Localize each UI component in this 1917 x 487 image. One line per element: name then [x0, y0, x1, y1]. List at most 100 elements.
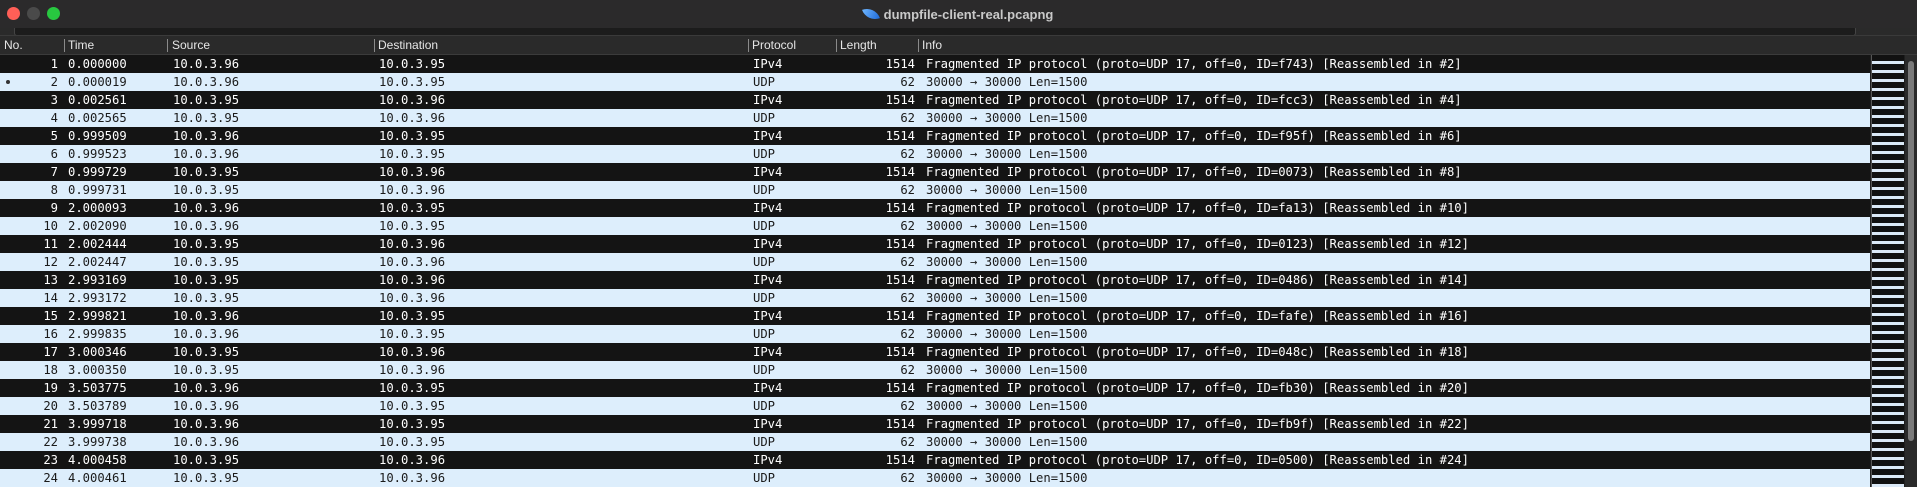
packet-destination: 10.0.3.96	[379, 363, 446, 377]
packet-number: 3	[50, 93, 58, 107]
packet-protocol: IPv4	[753, 417, 783, 431]
packet-row[interactable]: 11 2.002444 10.0.3.95 10.0.3.96 IPv4 1514 Frag…	[0, 235, 1870, 253]
scrollbar-thumb[interactable]	[1908, 61, 1914, 441]
packet-source: 10.0.3.95	[173, 471, 240, 485]
packet-destination: 10.0.3.96	[379, 453, 446, 467]
packet-info: 30000 → 30000 Len=1500	[926, 363, 1088, 377]
packet-length: 1514	[885, 237, 915, 251]
packet-source: 10.0.3.96	[173, 399, 240, 413]
packet-number: 21	[43, 417, 58, 431]
packet-source: 10.0.3.95	[173, 255, 240, 269]
packet-protocol: UDP	[753, 363, 776, 377]
title-group: dumpfile-client-real.pcapng	[0, 0, 1917, 28]
packet-time: 2.002090	[68, 219, 127, 233]
column-divider[interactable]	[748, 39, 749, 52]
packet-destination: 10.0.3.95	[379, 219, 446, 233]
packet-number: 22	[43, 435, 58, 449]
packet-destination: 10.0.3.95	[379, 417, 446, 431]
packet-row[interactable]: 2 0.000019 10.0.3.96 10.0.3.95 UDP 62 30000 → …	[0, 73, 1870, 91]
packet-info: 30000 → 30000 Len=1500	[926, 327, 1088, 341]
packet-destination: 10.0.3.95	[379, 327, 446, 341]
packet-source: 10.0.3.95	[173, 93, 240, 107]
packet-row[interactable]: 21 3.999718 10.0.3.96 10.0.3.95 IPv4 1514 Frag…	[0, 415, 1870, 433]
packet-info: Fragmented IP protocol (proto=UDP 17, of…	[926, 237, 1469, 251]
packet-number: 19	[43, 381, 58, 395]
packet-protocol: UDP	[753, 471, 776, 485]
packet-protocol: IPv4	[753, 201, 783, 215]
column-divider[interactable]	[918, 39, 919, 52]
packet-destination: 10.0.3.96	[379, 111, 446, 125]
packet-destination: 10.0.3.96	[379, 255, 446, 269]
packet-row[interactable]: 9 2.000093 10.0.3.96 10.0.3.95 IPv4 1514 Fragm…	[0, 199, 1870, 217]
column-header-no[interactable]: No.	[4, 38, 23, 52]
packet-length: 62	[900, 363, 915, 377]
packet-source: 10.0.3.96	[173, 201, 240, 215]
packet-info: 30000 → 30000 Len=1500	[926, 471, 1088, 485]
packet-row[interactable]: 18 3.000350 10.0.3.95 10.0.3.96 UDP 62 30000 →…	[0, 361, 1870, 379]
packet-row[interactable]: 8 0.999731 10.0.3.95 10.0.3.96 UDP 62 30000 → …	[0, 181, 1870, 199]
packet-length: 1514	[885, 129, 915, 143]
packet-row[interactable]: 1 0.000000 10.0.3.96 10.0.3.95 IPv4 1514 Fragm…	[0, 55, 1870, 73]
packet-destination: 10.0.3.96	[379, 345, 446, 359]
packet-destination: 10.0.3.95	[379, 75, 446, 89]
packet-row[interactable]: 3 0.002561 10.0.3.95 10.0.3.96 IPv4 1514 Fragm…	[0, 91, 1870, 109]
packet-row[interactable]: 7 0.999729 10.0.3.95 10.0.3.96 IPv4 1514 Fragm…	[0, 163, 1870, 181]
packet-length: 1514	[885, 309, 915, 323]
packet-time: 2.000093	[68, 201, 127, 215]
column-divider[interactable]	[64, 39, 65, 52]
packet-minimap[interactable]	[1871, 55, 1904, 487]
display-filter-input[interactable]	[14, 28, 1856, 35]
packet-protocol: IPv4	[753, 57, 783, 71]
packet-row[interactable]: 20 3.503789 10.0.3.96 10.0.3.95 UDP 62 30000 →…	[0, 397, 1870, 415]
packet-row[interactable]: 23 4.000458 10.0.3.95 10.0.3.96 IPv4 1514 Frag…	[0, 451, 1870, 469]
packet-source: 10.0.3.95	[173, 291, 240, 305]
packet-row[interactable]: 5 0.999509 10.0.3.96 10.0.3.95 IPv4 1514 Fragm…	[0, 127, 1870, 145]
packet-time: 0.002561	[68, 93, 127, 107]
packet-row[interactable]: 24 4.000461 10.0.3.95 10.0.3.96 UDP 62 30000 →…	[0, 469, 1870, 487]
packet-info: Fragmented IP protocol (proto=UDP 17, of…	[926, 129, 1462, 143]
vertical-scrollbar[interactable]	[1905, 55, 1917, 487]
packet-length: 1514	[885, 345, 915, 359]
packet-number: 6	[50, 147, 58, 161]
column-header-info[interactable]: Info	[922, 38, 942, 52]
column-divider[interactable]	[836, 39, 837, 52]
packet-number: 1	[50, 57, 58, 71]
packet-protocol: IPv4	[753, 93, 783, 107]
packet-info: 30000 → 30000 Len=1500	[926, 183, 1088, 197]
packet-info: 30000 → 30000 Len=1500	[926, 291, 1088, 305]
packet-source: 10.0.3.96	[173, 381, 240, 395]
packet-row[interactable]: 4 0.002565 10.0.3.95 10.0.3.96 UDP 62 30000 → …	[0, 109, 1870, 127]
packet-row[interactable]: 16 2.999835 10.0.3.96 10.0.3.95 UDP 62 30000 →…	[0, 325, 1870, 343]
packet-protocol: IPv4	[753, 309, 783, 323]
packet-length: 1514	[885, 93, 915, 107]
column-header-protocol[interactable]: Protocol	[752, 38, 796, 52]
column-header-length[interactable]: Length	[840, 38, 877, 52]
packet-info: Fragmented IP protocol (proto=UDP 17, of…	[926, 273, 1469, 287]
packet-time: 3.000350	[68, 363, 127, 377]
packet-info: Fragmented IP protocol (proto=UDP 17, of…	[926, 453, 1469, 467]
packet-row[interactable]: 13 2.993169 10.0.3.95 10.0.3.96 IPv4 1514 Frag…	[0, 271, 1870, 289]
packet-info: Fragmented IP protocol (proto=UDP 17, of…	[926, 93, 1462, 107]
packet-number: 20	[43, 399, 58, 413]
column-header-source[interactable]: Source	[172, 38, 210, 52]
column-divider[interactable]	[167, 39, 168, 52]
packet-row[interactable]: 14 2.993172 10.0.3.95 10.0.3.96 UDP 62 30000 →…	[0, 289, 1870, 307]
packet-row[interactable]: 10 2.002090 10.0.3.96 10.0.3.95 UDP 62 30000 →…	[0, 217, 1870, 235]
packet-destination: 10.0.3.95	[379, 399, 446, 413]
packet-list: 1 0.000000 10.0.3.96 10.0.3.95 IPv4 1514 Fragm…	[0, 55, 1870, 487]
packet-number: 18	[43, 363, 58, 377]
packet-info: Fragmented IP protocol (proto=UDP 17, of…	[926, 345, 1469, 359]
packet-row[interactable]: 22 3.999738 10.0.3.96 10.0.3.95 UDP 62 30000 →…	[0, 433, 1870, 451]
packet-row[interactable]: 6 0.999523 10.0.3.96 10.0.3.95 UDP 62 30000 → …	[0, 145, 1870, 163]
packet-destination: 10.0.3.95	[379, 147, 446, 161]
packet-row[interactable]: 12 2.002447 10.0.3.95 10.0.3.96 UDP 62 30000 →…	[0, 253, 1870, 271]
packet-protocol: IPv4	[753, 165, 783, 179]
column-divider[interactable]	[374, 39, 375, 52]
packet-row[interactable]: 17 3.000346 10.0.3.95 10.0.3.96 IPv4 1514 Frag…	[0, 343, 1870, 361]
packet-protocol: IPv4	[753, 345, 783, 359]
packet-row[interactable]: 19 3.503775 10.0.3.96 10.0.3.95 IPv4 1514 Frag…	[0, 379, 1870, 397]
column-header-time[interactable]: Time	[68, 38, 94, 52]
packet-row[interactable]: 15 2.999821 10.0.3.96 10.0.3.95 IPv4 1514 Frag…	[0, 307, 1870, 325]
column-header-destination[interactable]: Destination	[378, 38, 438, 52]
packet-protocol: UDP	[753, 75, 776, 89]
